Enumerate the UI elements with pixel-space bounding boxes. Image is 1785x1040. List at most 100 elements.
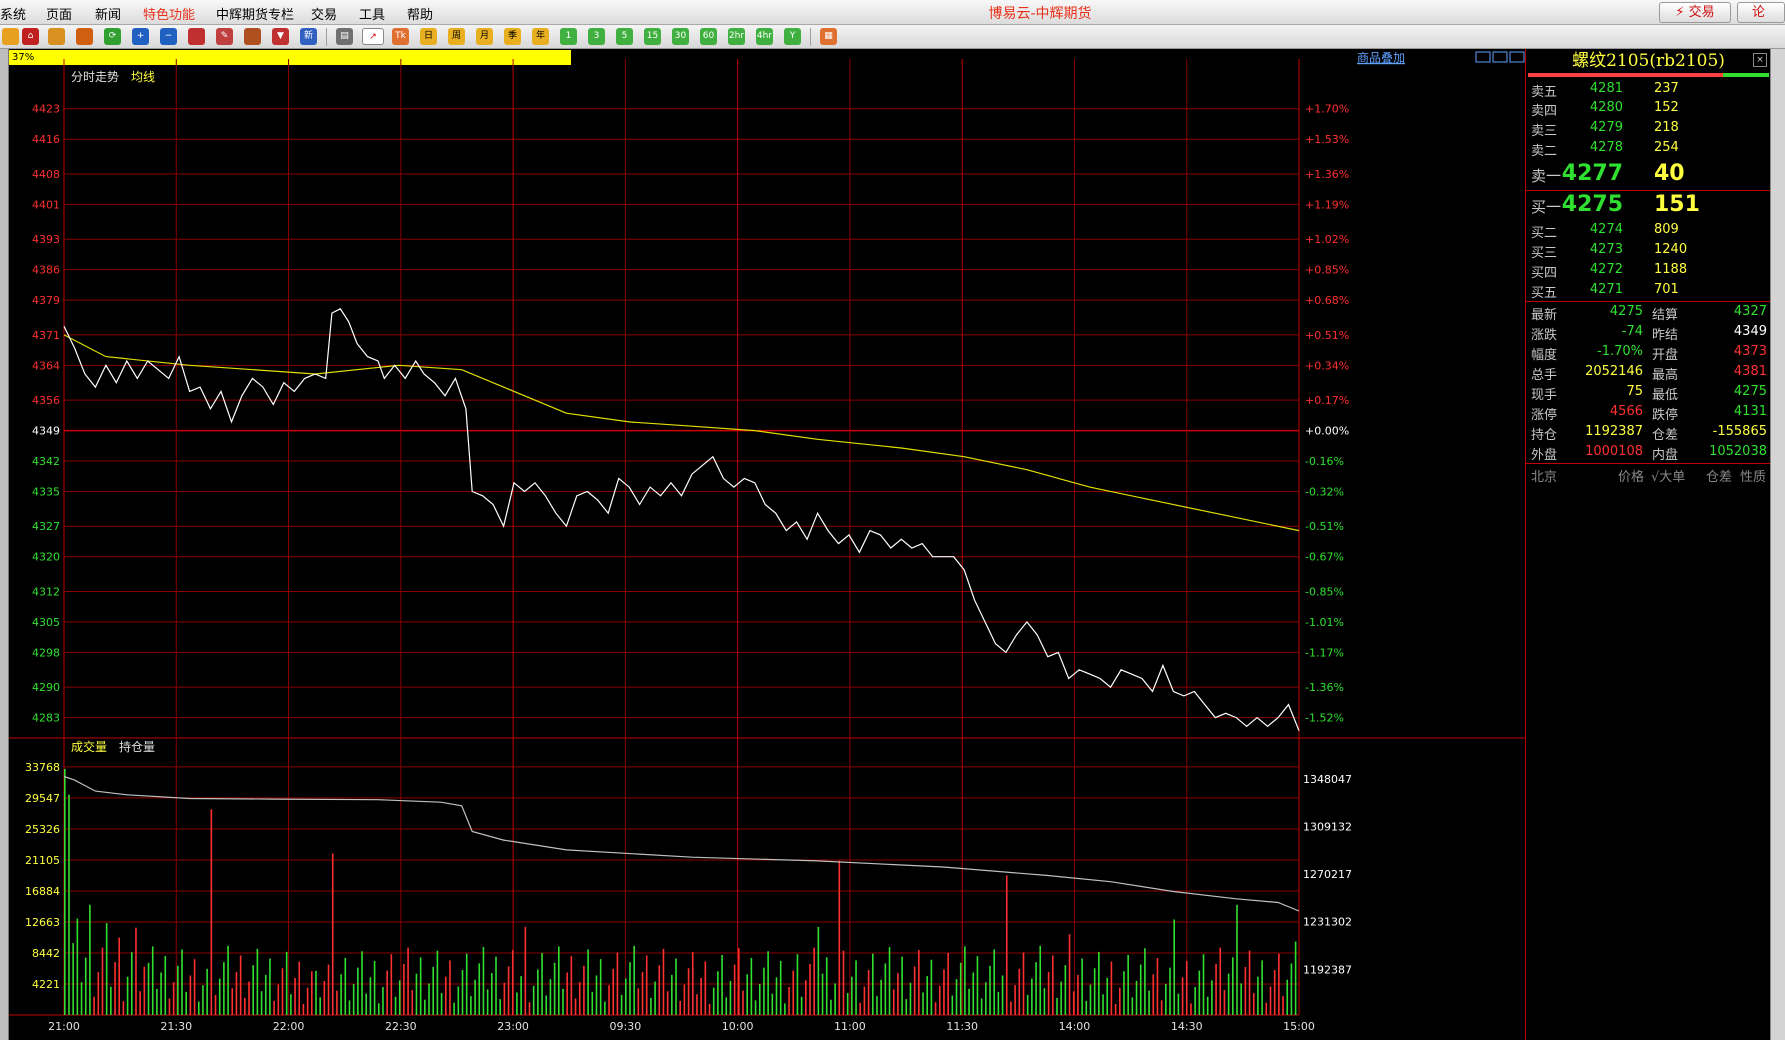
volume-bar — [1068, 934, 1071, 1015]
windows-icon[interactable] — [188, 28, 205, 45]
menu-news[interactable]: 新闻 — [95, 4, 121, 23]
period-week[interactable]: 周 — [448, 28, 465, 45]
right-scrollbar[interactable] — [1770, 49, 1785, 1040]
tick-icon[interactable]: Tk — [392, 28, 409, 45]
volume-bar — [105, 923, 108, 1015]
time-tick-label: 21:30 — [160, 1020, 192, 1033]
database-icon[interactable] — [48, 28, 65, 45]
volume-bar — [1181, 977, 1184, 1015]
pen-icon[interactable]: ✎ — [216, 28, 233, 45]
buy-strength-bar — [1528, 73, 1723, 77]
intraday-chart[interactable]: 分时走势 均线 商品叠加 成交量 持仓量 4423 4416 4408 4401 439… — [9, 49, 1525, 1040]
volume-bar — [193, 959, 196, 1015]
menu-help[interactable]: 帮助 — [407, 4, 433, 23]
volume-bar — [834, 983, 836, 1015]
volume-bar — [951, 995, 954, 1015]
volume-bar — [809, 963, 811, 1015]
period-2hr[interactable]: 2hr — [728, 28, 745, 45]
folder-icon[interactable] — [2, 28, 19, 45]
menu-page[interactable]: 页面 — [46, 4, 72, 23]
percent-tick-label: -0.16% — [1305, 455, 1344, 468]
volume-bar — [1031, 978, 1033, 1015]
price-tick-label: 4283 — [32, 712, 60, 725]
price-tick-label: 4379 — [32, 294, 60, 307]
menu-tools[interactable]: 工具 — [359, 4, 385, 23]
volume-bar — [922, 992, 924, 1015]
tab-intraday[interactable]: 分时走势 — [71, 70, 119, 84]
percent-tick-label: -1.36% — [1305, 681, 1344, 694]
period-60min[interactable]: 60 — [700, 28, 717, 45]
trade-col-price[interactable]: 价格 — [1618, 466, 1644, 485]
period-5min[interactable]: 5 — [616, 28, 633, 45]
price-tick-label: 4423 — [32, 103, 60, 116]
volume-tick-label: 29547 — [25, 792, 60, 805]
layout-1-icon[interactable] — [1475, 51, 1491, 63]
period-15min[interactable]: 15 — [644, 28, 661, 45]
period-30min[interactable]: 30 — [672, 28, 689, 45]
menu-broker-column[interactable]: 中辉期货专栏 — [216, 4, 294, 23]
volume-bar — [1014, 985, 1016, 1015]
overlay-link[interactable]: 商品叠加 — [1357, 50, 1405, 65]
volume-bar — [855, 960, 857, 1015]
tab-avg-line[interactable]: 均线 — [131, 70, 155, 84]
period-custom[interactable]: Y — [784, 28, 801, 45]
volume-bar — [880, 979, 882, 1015]
price-tick-label: 4401 — [32, 198, 60, 211]
period-day[interactable]: 日 — [420, 28, 437, 45]
table-icon[interactable]: ▤ — [336, 28, 353, 45]
card-icon[interactable] — [76, 28, 93, 45]
volume-bar — [1043, 988, 1046, 1015]
period-quarter[interactable]: 季 — [504, 28, 521, 45]
volume-bar — [1177, 993, 1180, 1015]
menu-system[interactable]: 系统 — [0, 4, 26, 23]
home-icon[interactable]: ⌂ — [22, 28, 39, 45]
refresh-icon[interactable]: ⟳ — [104, 28, 121, 45]
volume-bar — [746, 974, 748, 1015]
time-tick-label: 10:00 — [722, 1020, 754, 1033]
volume-bar — [218, 978, 221, 1015]
trade-button[interactable]: ⚡ 交易 — [1659, 2, 1731, 23]
period-month[interactable]: 月 — [476, 28, 493, 45]
volume-bar — [968, 988, 970, 1015]
filter-icon[interactable]: ▼ — [272, 28, 289, 45]
volume-bar — [449, 960, 451, 1015]
toolbar: ⌂ ⟳ + − ✎ ▼ 新 ▤ ↗ Tk 日 周 月 季 年 1 3 5 15 … — [0, 25, 1785, 49]
layout-3-icon[interactable] — [1509, 51, 1525, 63]
layout-2-icon[interactable] — [1492, 51, 1508, 63]
volume-bar — [1144, 948, 1146, 1015]
volume-bar — [1244, 967, 1247, 1015]
time-tick-label: 09:30 — [610, 1020, 642, 1033]
menu-special[interactable]: 特色功能 — [143, 4, 195, 23]
stats-row: 持仓 1192387 仓差 -155865 — [1531, 424, 1767, 443]
zoom-in-icon[interactable]: + — [132, 28, 149, 45]
new-icon[interactable]: 新 — [300, 28, 317, 45]
trade-col-size[interactable]: √大单 — [1651, 466, 1685, 485]
trade-col-oi[interactable]: 仓差 — [1706, 466, 1732, 485]
volume-bar — [143, 966, 146, 1015]
volume-bar — [796, 954, 799, 1015]
period-4hr[interactable]: 4hr — [756, 28, 773, 45]
period-year[interactable]: 年 — [532, 28, 549, 45]
bid-row: 买四 4272 1188 — [1531, 262, 1688, 281]
zoom-out-icon[interactable]: − — [160, 28, 177, 45]
volume-bar — [524, 926, 527, 1015]
brush-icon[interactable] — [244, 28, 261, 45]
tab-volume[interactable]: 成交量 — [71, 739, 107, 754]
volume-bar — [348, 1000, 351, 1015]
tab-open-interest[interactable]: 持仓量 — [119, 739, 155, 754]
volume-bar — [993, 949, 995, 1015]
forum-button[interactable]: 论 — [1737, 2, 1785, 23]
menu-trade[interactable]: 交易 — [311, 4, 337, 23]
stats-row: 涨跌 -74 昨结 4349 — [1531, 324, 1767, 343]
volume-bar — [964, 946, 966, 1015]
close-icon[interactable]: × — [1753, 53, 1767, 67]
period-1min[interactable]: 1 — [560, 28, 577, 45]
trade-col-nature[interactable]: 性质 — [1740, 466, 1766, 485]
left-side-strip[interactable] — [0, 49, 9, 1040]
period-3min[interactable]: 3 — [588, 28, 605, 45]
volume-bar — [80, 982, 83, 1015]
calculator-icon[interactable]: ▦ — [820, 28, 837, 45]
intraday-chart-icon[interactable]: ↗ — [362, 28, 384, 45]
volume-bar — [172, 982, 175, 1015]
volume-bar — [1152, 974, 1155, 1015]
